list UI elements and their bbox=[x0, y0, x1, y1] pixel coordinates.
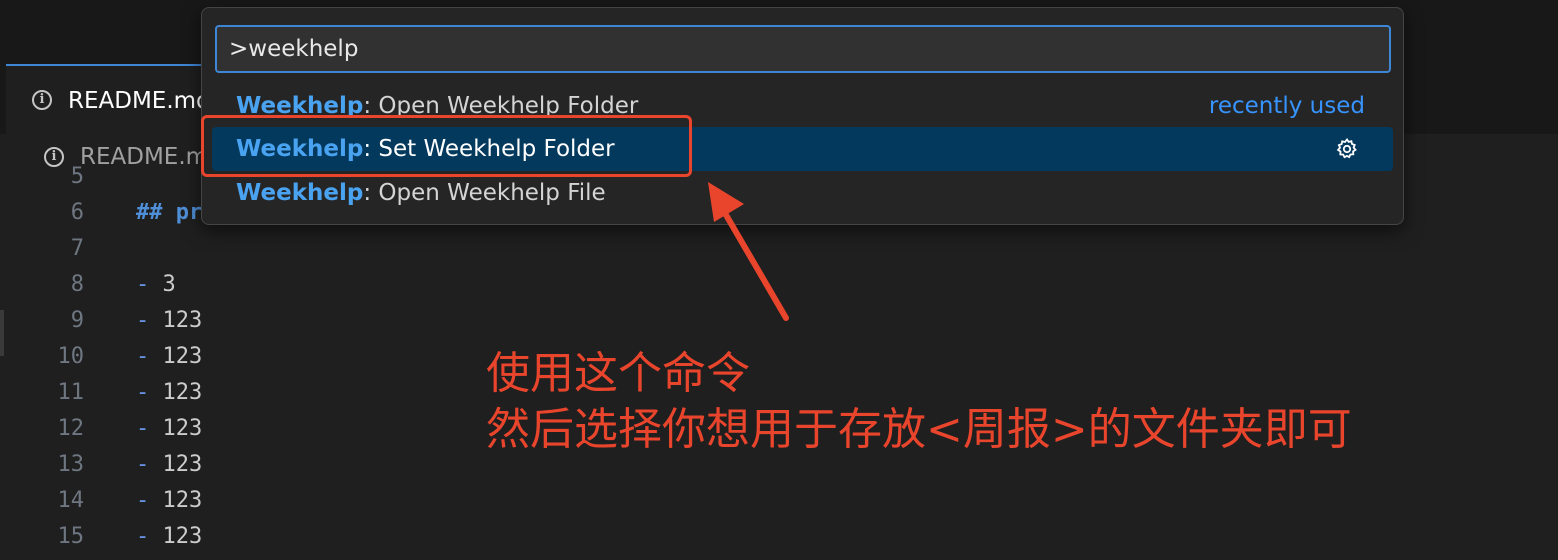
arrow-annotation bbox=[708, 182, 789, 321]
annotation-note: 使用这个命令 然后选择你想用于存放<周报>的文件夹即可 bbox=[486, 346, 1352, 458]
annotation-line-2: 然后选择你想用于存放<周报>的文件夹即可 bbox=[486, 404, 1352, 455]
annotation-line-1: 使用这个命令 bbox=[486, 348, 750, 399]
